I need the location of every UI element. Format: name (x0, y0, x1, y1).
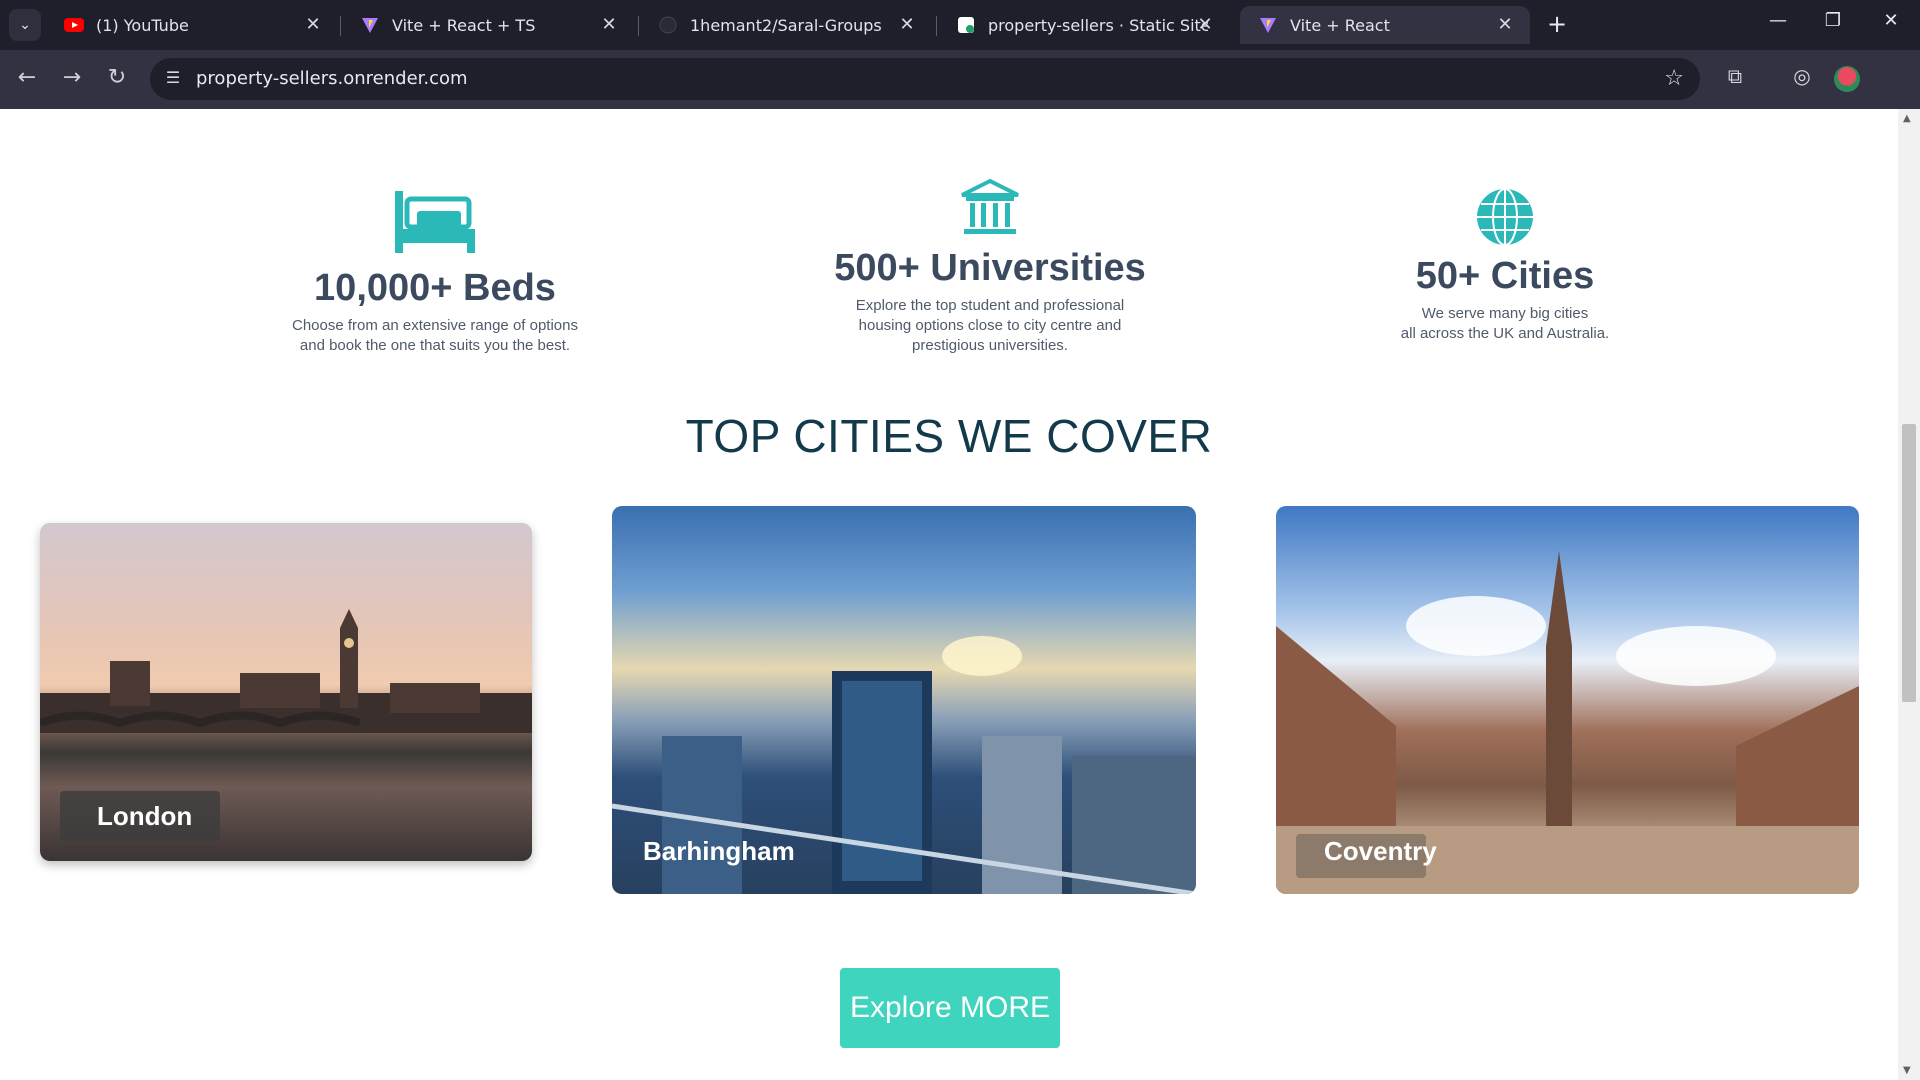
tab-divider (936, 16, 937, 36)
vite-icon (1258, 15, 1278, 35)
tab-vite-react[interactable]: Vite + React ✕ (1240, 6, 1530, 44)
web-page: 10,000+ Beds Choose from an extensive ra… (0, 109, 1898, 1080)
reload-icon[interactable]: ↻ (102, 65, 132, 90)
minimize-icon[interactable]: — (1763, 10, 1793, 31)
tab-title: 1hemant2/Saral-Groups (690, 15, 882, 35)
toolbar: ← → ↻ ☰ property-sellers.onrender.com ☆ … (0, 50, 1920, 109)
city-card-barhingham[interactable]: Barhingham (612, 506, 1196, 894)
back-icon[interactable]: ← (12, 65, 42, 90)
city-card-london[interactable]: London (40, 523, 532, 861)
section-title: TOP CITIES WE COVER (685, 410, 1213, 462)
close-icon[interactable]: ✕ (598, 14, 620, 35)
tab-divider (638, 16, 639, 36)
feature-number: 50+ Cities (1415, 255, 1595, 297)
feature-beds: 10,000+ Beds Choose from an extensive ra… (255, 189, 615, 356)
feature-description: Explore the top student and professional… (855, 297, 1125, 354)
tab-title: Vite + React + TS (392, 15, 536, 35)
profile-avatar[interactable] (1834, 66, 1860, 92)
tab-vite-ts[interactable]: Vite + React + TS ✕ (342, 6, 634, 44)
bookmark-star-icon[interactable]: ☆ (1664, 66, 1684, 91)
feature-number: 10,000+ Beds (314, 267, 556, 309)
extensions-icon[interactable]: ⧉ (1720, 64, 1750, 88)
city-name: London (97, 801, 193, 831)
new-tab-button[interactable]: + (1543, 10, 1571, 38)
feature-number: 500+ Universities (834, 247, 1146, 289)
site-info-icon[interactable]: ☰ (162, 68, 184, 90)
feature-cities: 50+ Cities We serve many big cities all … (1325, 187, 1685, 344)
restore-icon[interactable]: ❐ (1818, 10, 1848, 31)
feature-description: Choose from an extensive range of option… (291, 317, 578, 354)
tab-search-icon[interactable]: ⌄ (9, 9, 41, 41)
close-icon[interactable]: ✕ (302, 14, 324, 35)
tab-title: Vite + React (1290, 15, 1390, 35)
tab-title: (1) YouTube (96, 15, 189, 35)
tab-render[interactable]: property-sellers · Static Site · R ✕ (938, 6, 1230, 44)
close-icon[interactable]: ✕ (1494, 14, 1516, 35)
tab-strip: ⌄ (1) YouTube ✕ Vite + React + TS ✕ 1hem… (0, 0, 1920, 50)
feature-universities: 500+ Universities Explore the top studen… (810, 179, 1170, 356)
scrollbar-thumb[interactable] (1902, 424, 1916, 702)
github-icon (658, 15, 678, 35)
address-bar[interactable]: ☰ property-sellers.onrender.com ☆ (150, 58, 1700, 100)
performance-icon[interactable]: ◎ (1787, 64, 1817, 88)
vite-icon (360, 15, 380, 35)
tab-divider (340, 16, 341, 36)
youtube-icon (64, 15, 84, 35)
close-icon[interactable]: ✕ (1194, 14, 1216, 35)
globe-icon (1325, 187, 1685, 247)
browser-chrome: ⌄ (1) YouTube ✕ Vite + React + TS ✕ 1hem… (0, 0, 1920, 109)
scroll-up-icon[interactable]: ▲ (1903, 113, 1911, 124)
tab-youtube[interactable]: (1) YouTube ✕ (46, 6, 338, 44)
render-icon (956, 15, 976, 35)
bed-icon (255, 189, 615, 259)
page-scrollbar[interactable]: ▲ ▼ (1898, 109, 1920, 1080)
url-text[interactable]: property-sellers.onrender.com (196, 68, 468, 89)
close-window-icon[interactable]: ✕ (1876, 10, 1906, 31)
close-icon[interactable]: ✕ (896, 14, 918, 35)
tab-title: property-sellers · Static Site · R (988, 15, 1208, 35)
city-name: Barhingham (643, 836, 795, 866)
forward-icon[interactable]: → (57, 65, 87, 90)
tab-github[interactable]: 1hemant2/Saral-Groups ✕ (640, 6, 932, 44)
university-icon (810, 179, 1170, 239)
scroll-down-icon[interactable]: ▼ (1903, 1065, 1911, 1076)
city-card-coventry[interactable]: Coventry (1276, 506, 1859, 894)
explore-more-button[interactable]: Explore MORE (840, 968, 1060, 1048)
city-name: Coventry (1324, 836, 1437, 866)
feature-description: We serve many big cities all across the … (1400, 305, 1610, 342)
